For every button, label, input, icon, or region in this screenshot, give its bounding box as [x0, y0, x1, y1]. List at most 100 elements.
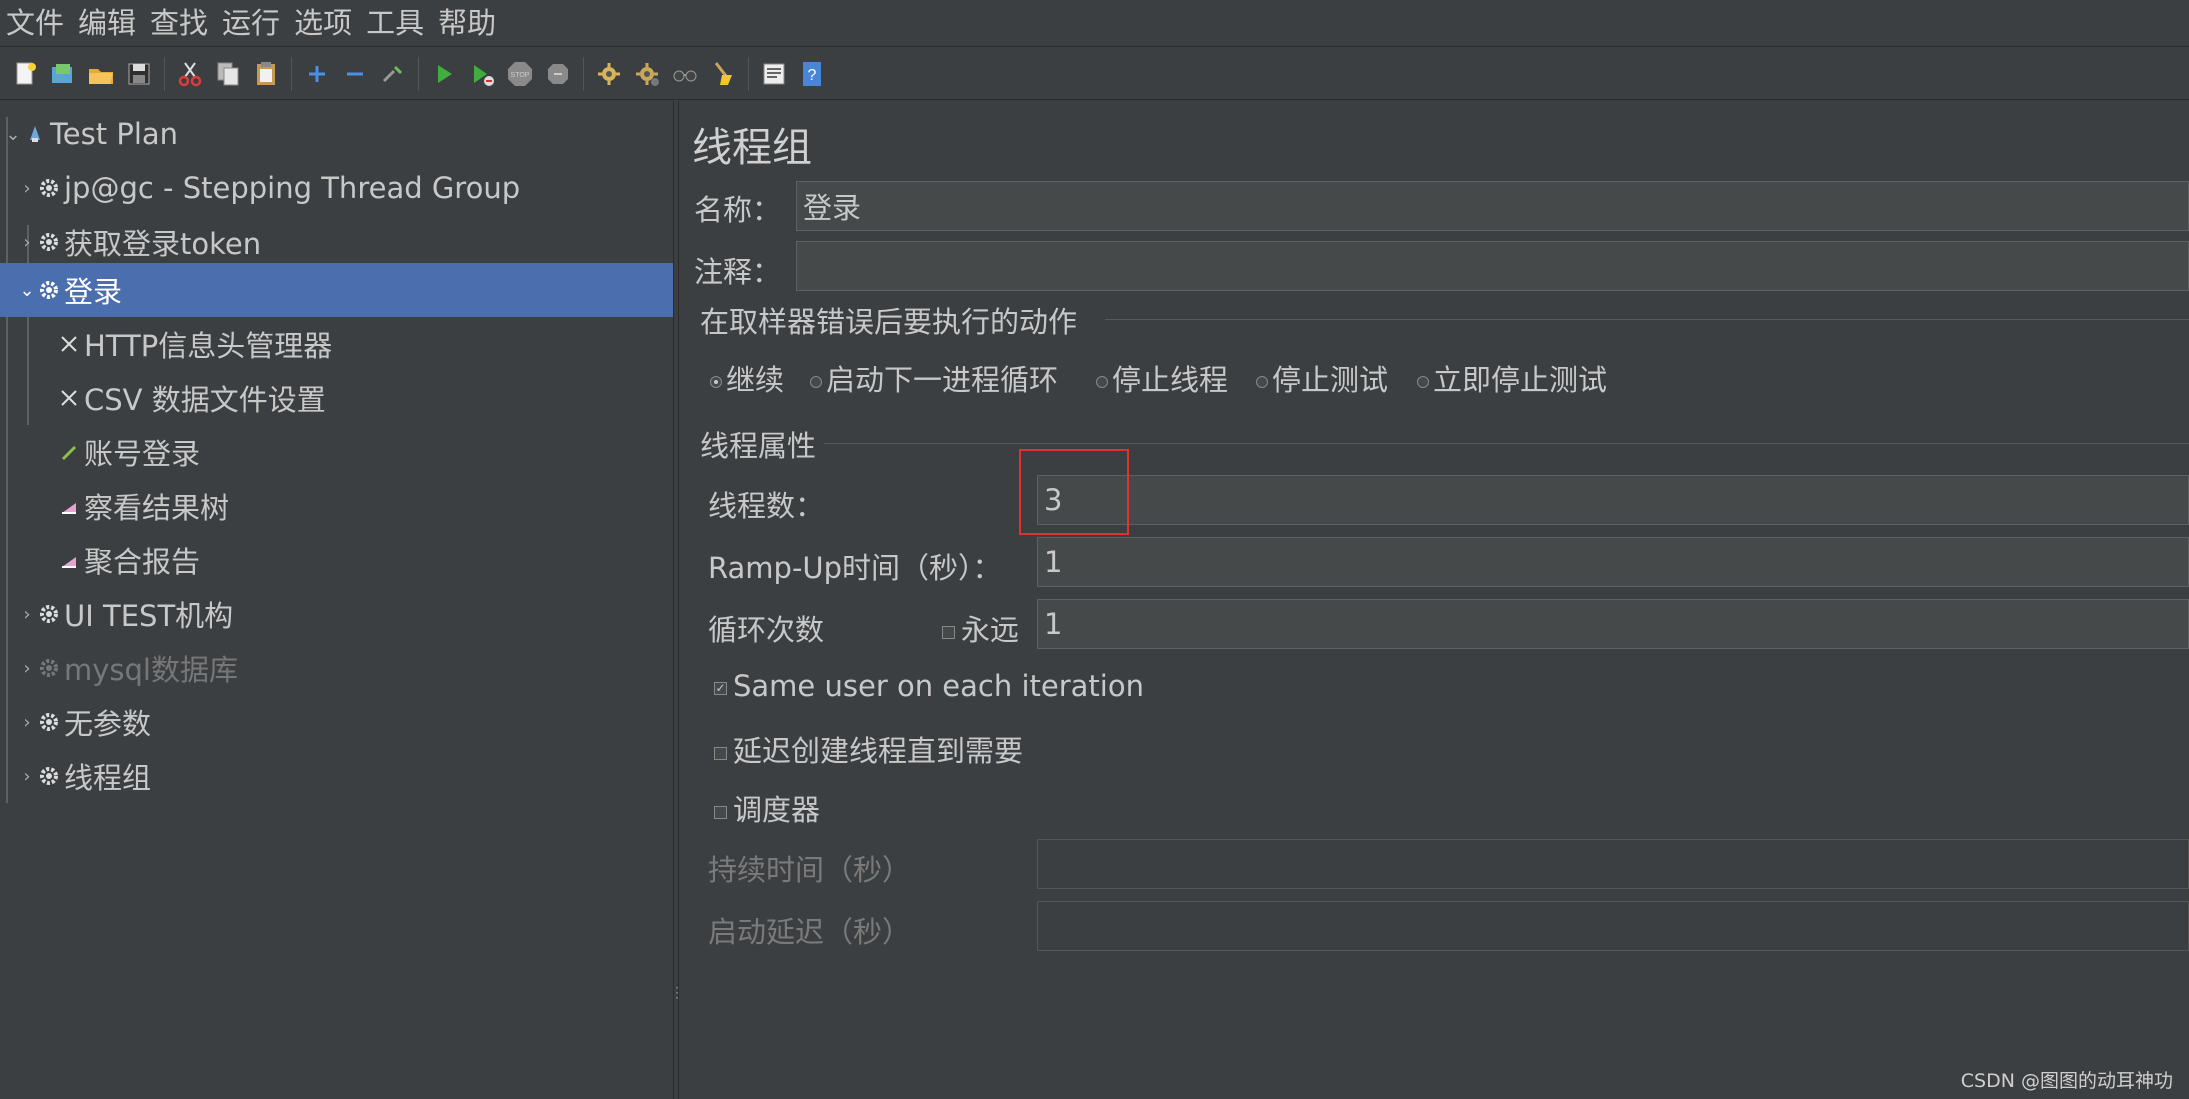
radio-stop-thread[interactable]: 停止线程: [1096, 357, 1228, 399]
tree-item-label: 获取登录token: [64, 227, 262, 261]
tree-item-stepping-thread-group[interactable]: › jp@gc - Stepping Thread Group: [0, 161, 673, 215]
toolbar-separator: [748, 56, 749, 91]
templates-icon[interactable]: [46, 57, 80, 91]
radio-button[interactable]: [810, 376, 822, 388]
radio-button[interactable]: [1417, 376, 1429, 388]
tree-item-test-plan[interactable]: ⌄ Test Plan: [0, 107, 673, 161]
menu-run[interactable]: 运行: [222, 0, 280, 47]
tree-item-label: 线程组: [64, 761, 152, 795]
tree-item-mysql[interactable]: › mysql数据库: [0, 641, 673, 695]
checkbox[interactable]: [714, 805, 727, 819]
tree-item-ui-test[interactable]: › UI TEST机构: [0, 587, 673, 641]
chevron-right-icon[interactable]: ›: [18, 232, 36, 253]
startup-delay-field[interactable]: [1037, 901, 2189, 951]
menu-search[interactable]: 查找: [150, 0, 208, 47]
radio-button[interactable]: [1096, 376, 1108, 388]
tree-item-label: CSV 数据文件设置: [84, 383, 326, 417]
start-no-pause-icon[interactable]: [465, 57, 499, 91]
checkbox[interactable]: [942, 625, 955, 639]
remote-start-icon[interactable]: [592, 57, 626, 91]
menu-edit[interactable]: 编辑: [78, 0, 136, 47]
split-pane-divider[interactable]: · · ·: [673, 101, 679, 1099]
wrench-icon: [58, 333, 80, 355]
splitter-grip-icon[interactable]: · · ·: [675, 982, 679, 1004]
radio-button[interactable]: [710, 376, 722, 388]
name-label: 名称：: [694, 193, 782, 227]
radio-stop-test-now[interactable]: 立即停止测试: [1417, 357, 1607, 399]
menu-tools[interactable]: 工具: [366, 0, 424, 47]
shutdown-icon[interactable]: [541, 57, 575, 91]
toggle-icon[interactable]: [376, 57, 410, 91]
save-icon[interactable]: [122, 57, 156, 91]
tree-item-get-token[interactable]: › 获取登录token: [0, 215, 673, 269]
expand-icon[interactable]: [300, 57, 334, 91]
new-icon[interactable]: [8, 57, 42, 91]
stop-icon[interactable]: STOP: [503, 57, 537, 91]
paste-icon[interactable]: [249, 57, 283, 91]
chevron-down-icon[interactable]: ⌄: [4, 124, 22, 145]
radio-label: 继续: [726, 363, 785, 397]
cut-icon[interactable]: [173, 57, 207, 91]
tree-item-label: Test Plan: [50, 117, 179, 151]
tree-item-http-header-manager[interactable]: HTTP信息头管理器: [0, 317, 673, 371]
radio-stop-test[interactable]: 停止测试: [1256, 357, 1388, 399]
help-icon[interactable]: ?: [795, 57, 829, 91]
copy-icon[interactable]: [211, 57, 245, 91]
menu-file[interactable]: 文件: [6, 0, 64, 47]
chevron-right-icon[interactable]: ›: [18, 658, 36, 679]
chevron-down-icon[interactable]: ⌄: [18, 280, 36, 301]
chevron-right-icon[interactable]: ›: [18, 604, 36, 625]
gear-icon: [38, 231, 60, 253]
function-helper-icon[interactable]: [757, 57, 791, 91]
tree-item-label: UI TEST机构: [64, 599, 234, 633]
highlight-annotation-box: [1019, 449, 1129, 535]
tree-item-csv-data-set[interactable]: CSV 数据文件设置: [0, 371, 673, 425]
test-plan-tree: ⌄ Test Plan › jp@gc - Stepping Thread Gr…: [0, 101, 673, 1099]
checkbox[interactable]: [714, 746, 727, 760]
gear-icon: [38, 177, 60, 199]
threads-field[interactable]: [1037, 475, 2189, 525]
menu-options[interactable]: 选项: [294, 0, 352, 47]
chevron-right-icon[interactable]: ›: [18, 766, 36, 787]
radio-start-next-loop[interactable]: 启动下一进程循环: [810, 357, 1058, 399]
clear-icon[interactable]: [668, 57, 702, 91]
menu-bar: 文件 编辑 查找 运行 选项 工具 帮助: [0, 0, 2189, 47]
tree-item-account-login[interactable]: 账号登录: [0, 425, 673, 479]
tree-item-view-results-tree[interactable]: 察看结果树: [0, 479, 673, 533]
checkbox-label: 永远: [961, 613, 1020, 647]
remote-stop-icon[interactable]: [630, 57, 664, 91]
name-field[interactable]: [796, 181, 2189, 231]
clear-all-icon[interactable]: [706, 57, 740, 91]
same-user-checkbox[interactable]: ✓ Same user on each iteration: [714, 669, 1144, 703]
open-icon[interactable]: [84, 57, 118, 91]
thread-properties-section-title: 线程属性: [700, 429, 817, 463]
scheduler-checkbox[interactable]: 调度器: [714, 787, 820, 829]
chevron-right-icon[interactable]: ›: [18, 178, 36, 199]
comment-field[interactable]: [796, 241, 2189, 291]
rampup-field[interactable]: [1037, 537, 2189, 587]
tree-item-thread-group[interactable]: › 线程组: [0, 749, 673, 803]
startup-delay-label: 启动延迟（秒）: [708, 915, 912, 949]
tree-item-label: 无参数: [64, 707, 152, 741]
tree-item-label: jp@gc - Stepping Thread Group: [64, 171, 521, 205]
chevron-right-icon[interactable]: ›: [18, 712, 36, 733]
test-plan-icon: [24, 123, 46, 145]
radio-continue[interactable]: 继续: [710, 357, 784, 399]
delay-thread-creation-checkbox[interactable]: 延迟创建线程直到需要: [714, 728, 1023, 770]
collapse-icon[interactable]: [338, 57, 372, 91]
page-title: 线程组: [692, 125, 812, 171]
radio-button[interactable]: [1256, 376, 1268, 388]
radio-label: 立即停止测试: [1433, 363, 1608, 397]
toolbar: STOP ?: [0, 48, 2189, 100]
tree-item-no-params[interactable]: › 无参数: [0, 695, 673, 749]
forever-checkbox[interactable]: 永远: [942, 607, 1019, 649]
tree-item-aggregate-report[interactable]: 聚合报告: [0, 533, 673, 587]
menu-help[interactable]: 帮助: [438, 0, 496, 47]
checkbox-label: 调度器: [733, 793, 821, 827]
checkbox-checked[interactable]: ✓: [714, 681, 727, 695]
duration-field[interactable]: [1037, 839, 2189, 889]
svg-text:STOP: STOP: [511, 72, 530, 79]
tree-item-login[interactable]: ⌄ 登录: [0, 263, 673, 317]
loop-count-field[interactable]: [1037, 599, 2189, 649]
start-icon[interactable]: [427, 57, 461, 91]
